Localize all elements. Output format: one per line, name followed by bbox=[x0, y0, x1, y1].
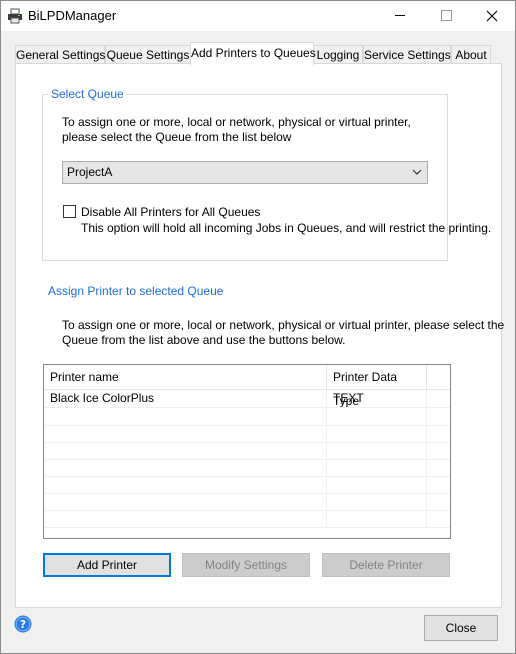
printer-type-cell: TEXT bbox=[327, 390, 427, 407]
table-row-empty bbox=[44, 425, 450, 443]
queue-select-value: ProjectA bbox=[67, 165, 113, 179]
table-row-empty bbox=[44, 476, 450, 494]
app-window: BiLPDManager General Settings Queue Sett… bbox=[0, 0, 516, 654]
column-header-printer-data-type[interactable]: Printer Data Type bbox=[327, 365, 427, 408]
disable-all-printers-note: This option will hold all incoming Jobs … bbox=[81, 221, 492, 235]
modify-settings-button[interactable]: Modify Settings bbox=[182, 553, 310, 577]
column-header-printer-name[interactable]: Printer name bbox=[44, 365, 327, 389]
assign-printer-title: Assign Printer to selected Queue bbox=[48, 284, 224, 298]
add-printer-button[interactable]: Add Printer bbox=[43, 553, 171, 577]
select-queue-legend: Select Queue bbox=[48, 87, 127, 101]
delete-printer-button[interactable]: Delete Printer bbox=[322, 553, 450, 577]
chevron-down-icon bbox=[412, 169, 422, 175]
printer-list-header: Printer name Printer Data Type bbox=[44, 365, 450, 408]
close-icon bbox=[486, 10, 498, 22]
table-row-empty bbox=[44, 442, 450, 460]
select-queue-instruction-line2: please select the Queue from the list be… bbox=[62, 130, 292, 144]
table-row-empty bbox=[44, 459, 450, 477]
select-queue-instruction-line1: To assign one or more, local or network,… bbox=[62, 115, 411, 129]
tab-panel: Select Queue To assign one or more, loca… bbox=[15, 63, 505, 608]
table-row-empty bbox=[44, 408, 450, 426]
assign-instruction-line2: Queue from the list above and use the bu… bbox=[62, 333, 346, 347]
svg-text:?: ? bbox=[20, 618, 26, 631]
printer-name-cell: Black Ice ColorPlus bbox=[44, 390, 327, 407]
table-row[interactable]: Black Ice ColorPlus TEXT bbox=[44, 390, 450, 408]
table-row-empty bbox=[44, 510, 450, 528]
close-window-button[interactable] bbox=[469, 1, 515, 31]
maximize-button[interactable] bbox=[423, 1, 469, 31]
window-title: BiLPDManager bbox=[28, 8, 117, 23]
tab-general-settings[interactable]: General Settings bbox=[15, 45, 105, 64]
title-bar[interactable]: BiLPDManager bbox=[1, 1, 515, 31]
tab-about[interactable]: About bbox=[451, 45, 491, 64]
tab-logging[interactable]: Logging bbox=[313, 45, 363, 64]
table-row-empty bbox=[44, 493, 450, 511]
minimize-button[interactable] bbox=[377, 1, 423, 31]
printer-list[interactable]: Printer name Printer Data Type Black Ice… bbox=[43, 364, 451, 539]
close-button[interactable]: Close bbox=[424, 615, 498, 641]
tab-service-settings[interactable]: Service Settings bbox=[363, 45, 451, 64]
disable-all-printers-label: Disable All Printers for All Queues bbox=[81, 205, 261, 219]
queue-select[interactable]: ProjectA bbox=[62, 161, 428, 184]
tab-queue-settings[interactable]: Queue Settings bbox=[105, 45, 191, 64]
disable-all-printers-checkbox[interactable] bbox=[63, 205, 76, 218]
help-icon[interactable]: ? bbox=[14, 615, 32, 633]
tab-add-printers-to-queues[interactable]: Add Printers to Queues bbox=[190, 42, 316, 65]
assign-instruction-line1: To assign one or more, local or network,… bbox=[62, 318, 505, 332]
printer-icon bbox=[8, 8, 22, 24]
